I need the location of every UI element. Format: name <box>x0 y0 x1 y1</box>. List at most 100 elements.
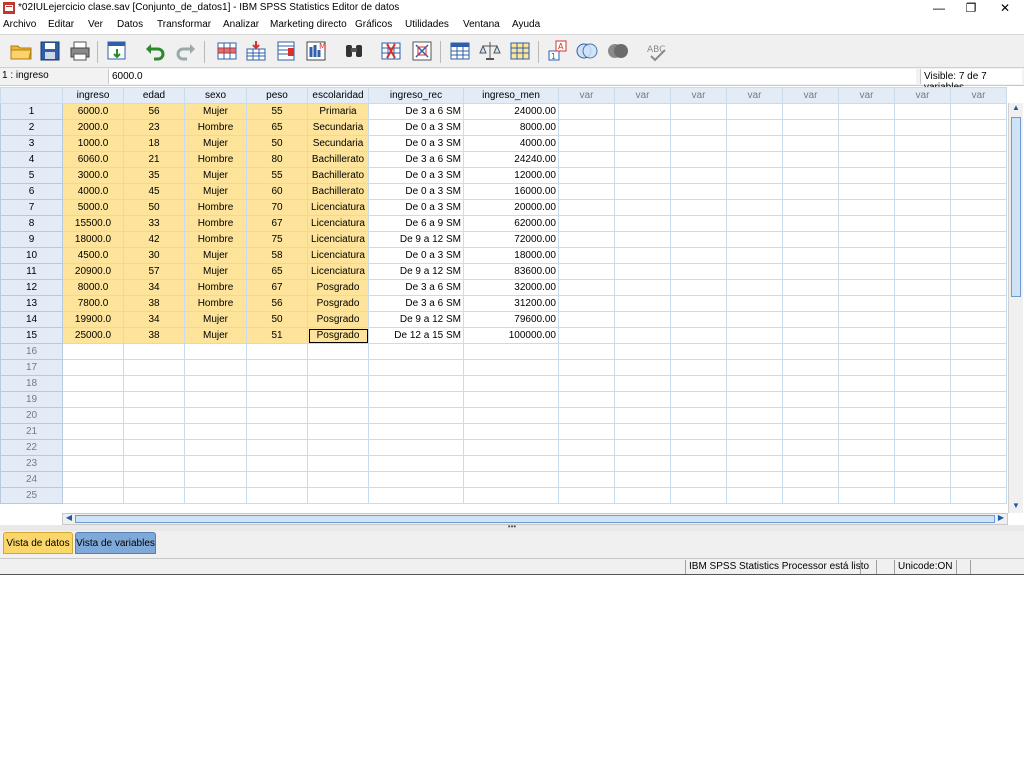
empty-cell[interactable] <box>558 407 615 424</box>
cell-peso[interactable]: 70 <box>246 199 308 216</box>
cell-ingreso-rec[interactable]: De 0 a 3 SM <box>368 167 464 184</box>
empty-cell[interactable] <box>782 151 839 168</box>
cell-peso[interactable]: 55 <box>246 167 308 184</box>
cell-escolaridad[interactable]: Posgrado <box>307 311 369 328</box>
empty-cell[interactable] <box>950 119 1007 136</box>
empty-cell[interactable] <box>558 471 615 488</box>
empty-cell[interactable] <box>950 215 1007 232</box>
row-number[interactable]: 8 <box>0 215 63 232</box>
empty-cell[interactable] <box>558 423 615 440</box>
save-icon[interactable] <box>38 39 62 63</box>
column-header-var[interactable]: var <box>726 87 783 104</box>
menu-utilidades[interactable]: Utilidades <box>405 19 449 30</box>
cell-ingreso-rec[interactable]: De 9 a 12 SM <box>368 263 464 280</box>
print-icon[interactable] <box>68 39 92 63</box>
cell-escolaridad[interactable]: Licenciatura <box>307 231 369 248</box>
empty-cell[interactable] <box>558 295 615 312</box>
cell-ingreso-rec[interactable]: De 3 a 6 SM <box>368 151 464 168</box>
empty-cell[interactable] <box>894 103 951 120</box>
cell-edad[interactable]: 34 <box>123 311 185 328</box>
cell-peso[interactable]: 65 <box>246 263 308 280</box>
empty-cell[interactable] <box>670 103 727 120</box>
cell-ingreso[interactable]: 3000.0 <box>62 167 124 184</box>
empty-cell[interactable] <box>782 215 839 232</box>
empty-cell[interactable] <box>726 311 783 328</box>
empty-cell[interactable] <box>782 183 839 200</box>
cell-peso[interactable]: 50 <box>246 135 308 152</box>
empty-cell[interactable] <box>670 215 727 232</box>
cell-sexo[interactable]: Hombre <box>184 231 247 248</box>
empty-cell[interactable] <box>670 135 727 152</box>
empty-cell[interactable] <box>246 407 308 424</box>
empty-cell[interactable] <box>726 327 783 344</box>
cell-escolaridad[interactable]: Posgrado <box>307 295 369 312</box>
empty-cell[interactable] <box>894 199 951 216</box>
empty-cell[interactable] <box>670 439 727 456</box>
vertical-scrollbar[interactable]: ▲ ▼ <box>1008 103 1023 513</box>
menu-ventana[interactable]: Ventana <box>463 19 500 30</box>
row-number[interactable]: 6 <box>0 183 63 200</box>
empty-cell[interactable] <box>558 151 615 168</box>
column-header-peso[interactable]: peso <box>246 87 308 104</box>
empty-cell[interactable] <box>782 295 839 312</box>
empty-cell[interactable] <box>184 391 247 408</box>
empty-cell[interactable] <box>307 407 369 424</box>
empty-cell[interactable] <box>123 423 185 440</box>
variables-icon[interactable] <box>274 39 298 63</box>
cell-ingreso-men[interactable]: 16000.00 <box>463 183 559 200</box>
empty-cell[interactable] <box>726 215 783 232</box>
cell-ingreso-rec[interactable]: De 3 a 6 SM <box>368 279 464 296</box>
cell-ingreso[interactable]: 20900.0 <box>62 263 124 280</box>
row-number[interactable]: 2 <box>0 119 63 136</box>
empty-cell[interactable] <box>726 247 783 264</box>
empty-cell[interactable] <box>950 199 1007 216</box>
empty-cell[interactable] <box>184 359 247 376</box>
cell-ingreso-men[interactable]: 32000.00 <box>463 279 559 296</box>
empty-cell[interactable] <box>307 391 369 408</box>
empty-cell[interactable] <box>368 375 464 392</box>
use-sets-icon[interactable] <box>575 39 599 63</box>
menu-archivo[interactable]: Archivo <box>3 19 36 30</box>
empty-cell[interactable] <box>782 167 839 184</box>
empty-cell[interactable] <box>246 391 308 408</box>
empty-cell[interactable] <box>463 439 559 456</box>
empty-cell[interactable] <box>670 279 727 296</box>
undo-icon[interactable] <box>143 39 167 63</box>
empty-cell[interactable] <box>782 327 839 344</box>
cell-escolaridad[interactable]: Bachillerato <box>307 167 369 184</box>
cell-edad[interactable]: 50 <box>123 199 185 216</box>
empty-cell[interactable] <box>894 311 951 328</box>
empty-cell[interactable] <box>614 359 671 376</box>
empty-cell[interactable] <box>614 423 671 440</box>
cell-escolaridad[interactable]: Secundaria <box>307 135 369 152</box>
empty-cell[interactable] <box>950 327 1007 344</box>
empty-cell[interactable] <box>123 391 185 408</box>
empty-cell[interactable] <box>726 199 783 216</box>
split-file-icon[interactable] <box>448 39 472 63</box>
row-number[interactable]: 23 <box>0 455 63 472</box>
run-descriptives-icon[interactable]: M <box>304 39 328 63</box>
empty-cell[interactable] <box>838 295 895 312</box>
empty-cell[interactable] <box>726 343 783 360</box>
empty-cell[interactable] <box>950 231 1007 248</box>
empty-cell[interactable] <box>368 439 464 456</box>
empty-cell[interactable] <box>950 471 1007 488</box>
menu-analizar[interactable]: Analizar <box>223 19 259 30</box>
cell-ingreso-men[interactable]: 12000.00 <box>463 167 559 184</box>
empty-cell[interactable] <box>782 359 839 376</box>
empty-cell[interactable] <box>782 391 839 408</box>
empty-cell[interactable] <box>894 327 951 344</box>
empty-cell[interactable] <box>307 375 369 392</box>
empty-cell[interactable] <box>670 151 727 168</box>
empty-cell[interactable] <box>614 103 671 120</box>
empty-cell[interactable] <box>184 487 247 504</box>
cell-edad[interactable]: 38 <box>123 295 185 312</box>
cell-ingreso-rec[interactable]: De 6 a 9 SM <box>368 215 464 232</box>
grid-corner[interactable] <box>0 87 63 104</box>
empty-cell[interactable] <box>558 263 615 280</box>
cell-escolaridad[interactable]: Bachillerato <box>307 183 369 200</box>
empty-cell[interactable] <box>368 455 464 472</box>
cell-sexo[interactable]: Hombre <box>184 295 247 312</box>
empty-cell[interactable] <box>307 455 369 472</box>
empty-cell[interactable] <box>184 423 247 440</box>
